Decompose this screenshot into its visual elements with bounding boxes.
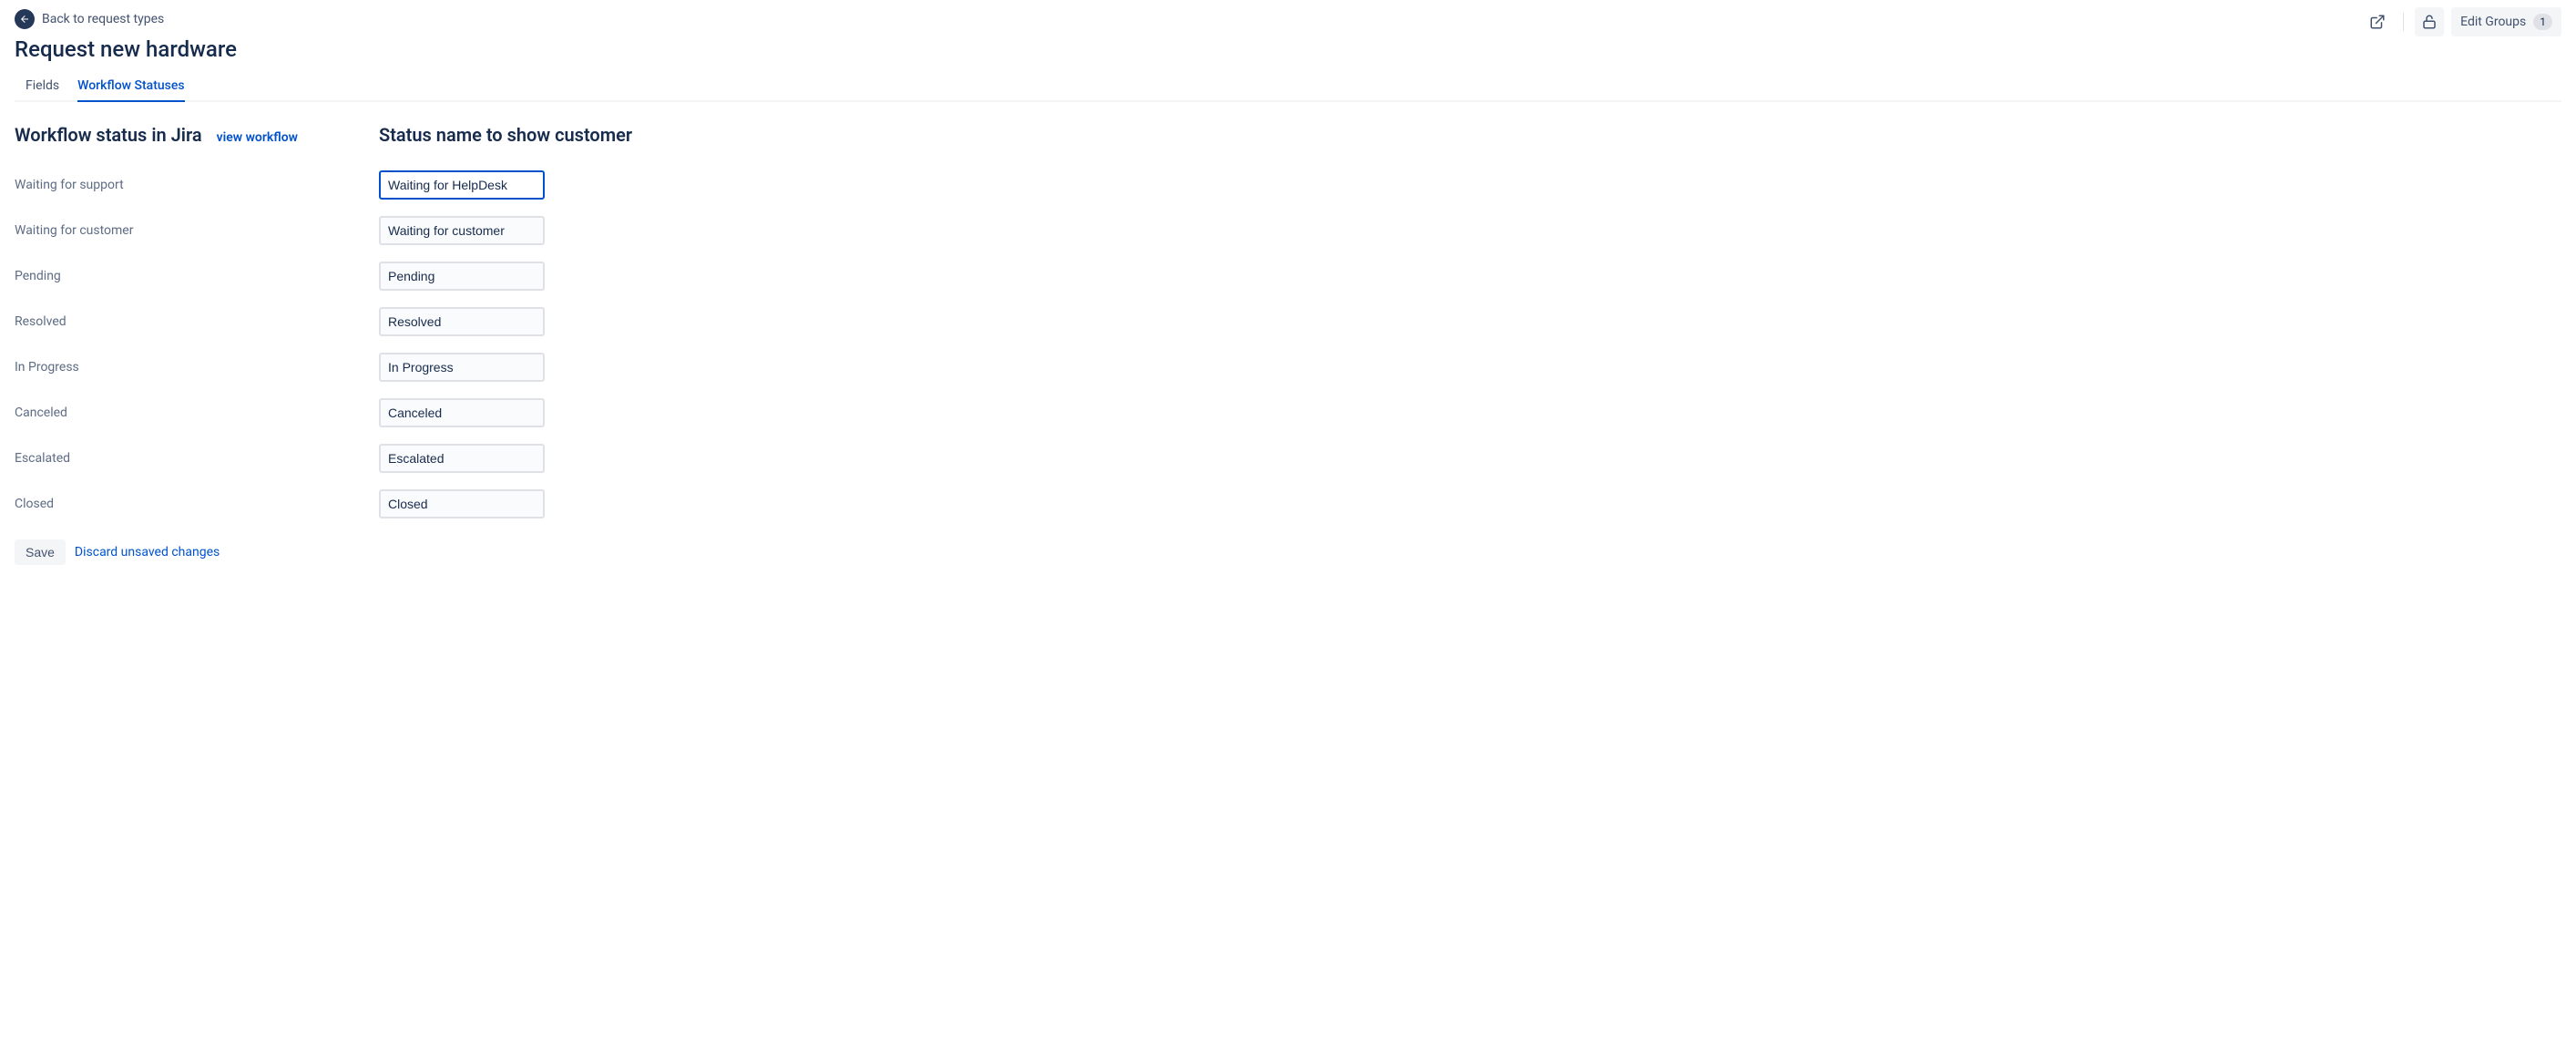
status-input-cell <box>379 253 652 299</box>
page-title: Request new hardware <box>15 36 237 62</box>
status-mapping-grid: Workflow status in Jira view workflow St… <box>15 124 2561 527</box>
discard-link[interactable]: Discard unsaved changes <box>75 545 220 560</box>
status-label: Waiting for customer <box>15 208 379 253</box>
lock-open-icon <box>2421 14 2438 30</box>
back-link-label: Back to request types <box>42 12 164 26</box>
edit-groups-count-badge: 1 <box>2533 14 2552 30</box>
status-input-cell <box>379 436 652 481</box>
status-input-cell <box>379 162 652 208</box>
edit-groups-label: Edit Groups <box>2460 15 2526 29</box>
status-input-cell <box>379 390 652 436</box>
status-label: Pending <box>15 253 379 299</box>
tab-fields[interactable]: Fields <box>26 73 59 102</box>
tabs: Fields Workflow Statuses <box>15 73 2561 102</box>
status-input-cell <box>379 481 652 527</box>
status-input-cell <box>379 208 652 253</box>
tab-workflow-statuses[interactable]: Workflow Statuses <box>77 73 184 102</box>
status-label: Escalated <box>15 436 379 481</box>
jira-status-header: Workflow status in Jira <box>15 124 202 146</box>
status-input-cell <box>379 344 652 390</box>
status-input[interactable] <box>379 170 545 200</box>
status-input[interactable] <box>379 353 545 382</box>
back-link[interactable]: Back to request types <box>15 7 164 31</box>
customer-status-header: Status name to show customer <box>379 124 652 162</box>
status-label: Closed <box>15 481 379 527</box>
status-label: Resolved <box>15 299 379 344</box>
status-input[interactable] <box>379 444 545 473</box>
status-input[interactable] <box>379 262 545 291</box>
view-workflow-link[interactable]: view workflow <box>217 130 298 145</box>
divider <box>2403 13 2404 31</box>
status-label: Canceled <box>15 390 379 436</box>
actions-row: Save Discard unsaved changes <box>15 539 2561 565</box>
open-external-button[interactable] <box>2363 7 2392 36</box>
status-label: In Progress <box>15 344 379 390</box>
arrow-left-circle-icon <box>15 9 35 29</box>
status-input[interactable] <box>379 398 545 427</box>
status-input[interactable] <box>379 307 545 336</box>
lock-button[interactable] <box>2415 7 2444 36</box>
save-button[interactable]: Save <box>15 539 66 565</box>
external-link-icon <box>2369 14 2386 30</box>
status-input[interactable] <box>379 489 545 518</box>
status-input[interactable] <box>379 216 545 245</box>
edit-groups-button[interactable]: Edit Groups 1 <box>2451 7 2561 36</box>
status-input-cell <box>379 299 652 344</box>
status-label: Waiting for support <box>15 162 379 208</box>
top-actions: Edit Groups 1 <box>2363 7 2561 36</box>
jira-status-header-cell: Workflow status in Jira view workflow <box>15 124 379 162</box>
